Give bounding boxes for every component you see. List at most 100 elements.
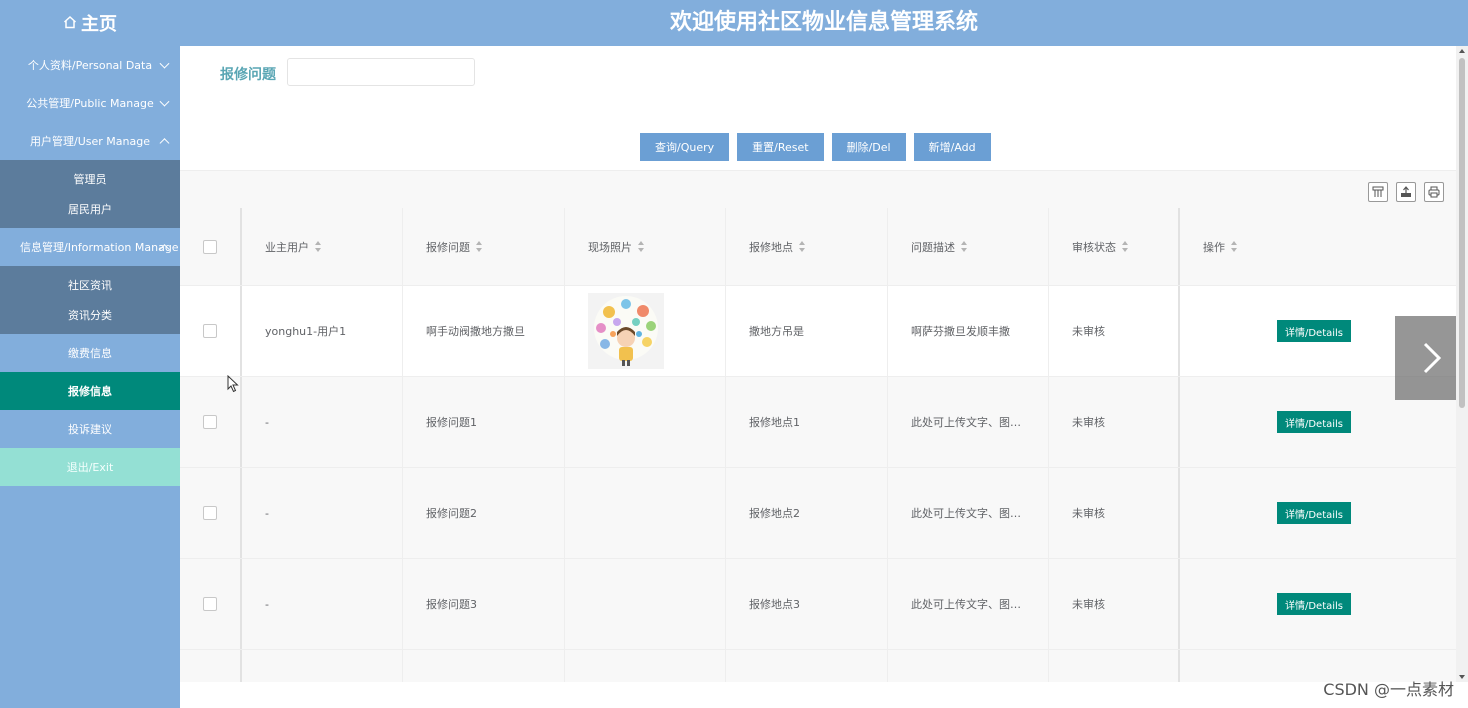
action-cell: 详情/Details — [1180, 559, 1456, 649]
table-row — [180, 650, 1456, 682]
details-button[interactable]: 详情/Details — [1276, 320, 1352, 342]
sidebar-item-admin[interactable]: 管理员 — [0, 164, 180, 194]
home-link[interactable]: 主页 — [0, 0, 180, 46]
owner-cell: - — [242, 377, 403, 467]
home-label: 主页 — [81, 14, 117, 35]
description-cell: 此处可上传文字、图片... — [888, 559, 1049, 649]
column-header[interactable]: 问题描述 — [888, 208, 1049, 285]
column-header[interactable]: 操作 — [1180, 208, 1456, 285]
menu-public-manage[interactable]: 公共管理/Public Manage — [0, 84, 180, 122]
description-cell: 啊萨芬撒旦发顺丰撒 — [888, 286, 1049, 376]
scroll-up-icon[interactable] — [1459, 49, 1465, 53]
problem-cell: 啊手动阀撒地方撒旦 — [403, 286, 565, 376]
row-checkbox[interactable] — [203, 506, 217, 520]
column-header-label: 问题描述 — [911, 240, 955, 254]
column-header-label: 业主用户 — [265, 240, 309, 254]
photo-cell — [565, 650, 726, 682]
status-cell: 未审核 — [1049, 377, 1180, 467]
column-header-label: 报修地点 — [749, 240, 793, 254]
location-cell: 撒地方吊是 — [726, 286, 888, 376]
column-header[interactable]: 报修问题 — [403, 208, 565, 285]
repair-table: 业主用户 报修问题 现场照片 报修地点 问题描述 审核状态 操作 yonghu1… — [180, 208, 1456, 682]
vertical-scrollbar[interactable] — [1456, 46, 1468, 682]
row-checkbox[interactable] — [203, 597, 217, 611]
table-header-row: 业主用户 报修问题 现场照片 报修地点 问题描述 审核状态 操作 — [180, 208, 1456, 286]
column-header[interactable]: 报修地点 — [726, 208, 888, 285]
status-cell: 未审核 — [1049, 559, 1180, 649]
column-header-label: 操作 — [1203, 240, 1225, 254]
owner-cell: - — [242, 468, 403, 558]
select-all-checkbox[interactable] — [203, 239, 217, 254]
status-cell: 未审核 — [1049, 286, 1180, 376]
search-label: 报修问题 — [220, 67, 276, 83]
details-button[interactable]: 详情/Details — [1276, 411, 1352, 433]
table-toolbar — [180, 170, 1456, 208]
sort-icon — [638, 241, 645, 252]
details-button[interactable]: 详情/Details — [1276, 593, 1352, 615]
column-header-label: 报修问题 — [426, 240, 470, 254]
menu-information-manage[interactable]: 信息管理/Information Manage — [0, 228, 180, 266]
menu-user-manage[interactable]: 用户管理/User Manage — [0, 122, 180, 160]
chevron-up-icon — [159, 138, 170, 149]
columns-icon[interactable] — [1368, 182, 1388, 202]
column-header[interactable]: 业主用户 — [242, 208, 403, 285]
description-text: 此处可上传文字、图片... — [911, 507, 1023, 520]
search-input[interactable] — [287, 58, 475, 86]
sort-icon — [799, 241, 806, 252]
table-row: - 报修问题2 报修地点2 此处可上传文字、图片... 未审核 详情/Detai… — [180, 468, 1456, 559]
column-header-label: 审核状态 — [1072, 240, 1116, 254]
column-header[interactable]: 现场照片 — [565, 208, 726, 285]
watermark: CSDN @一点素材 — [1323, 680, 1454, 699]
photo-cell — [565, 559, 726, 649]
main-content: 报修问题 查询/Query 重置/Reset 删除/Del 新增/Add 业主用… — [180, 46, 1456, 682]
owner-cell — [242, 650, 403, 682]
location-cell: 报修地点3 — [726, 559, 888, 649]
sidebar-item-repair[interactable]: 报修信息 — [0, 372, 180, 410]
chevron-down-icon — [159, 58, 170, 69]
sidebar-item-exit[interactable]: 退出/Exit — [0, 448, 180, 486]
problem-cell — [403, 650, 565, 682]
sidebar-item-complaint[interactable]: 投诉建议 — [0, 410, 180, 448]
top-header: 主页 欢迎使用社区物业信息管理系统 — [0, 0, 1468, 46]
chevron-right-icon — [1423, 342, 1441, 374]
location-cell — [726, 650, 888, 682]
sidebar-item-residents[interactable]: 居民用户 — [0, 194, 180, 224]
print-icon[interactable] — [1424, 182, 1444, 202]
add-button[interactable]: 新增/Add — [913, 133, 991, 161]
problem-cell: 报修问题2 — [403, 468, 565, 558]
sidebar-item-fee[interactable]: 缴费信息 — [0, 334, 180, 372]
menu-information-manage-label: 信息管理/Information Manage — [20, 241, 179, 254]
sort-icon — [1231, 241, 1238, 252]
delete-button[interactable]: 删除/Del — [831, 133, 906, 161]
sort-icon — [315, 241, 322, 252]
site-photo[interactable] — [588, 293, 664, 369]
info-submenu: 社区资讯 资讯分类 — [0, 266, 180, 334]
export-icon[interactable] — [1396, 182, 1416, 202]
mouse-cursor-icon — [227, 375, 239, 393]
photo-cell — [565, 377, 726, 467]
reset-button[interactable]: 重置/Reset — [737, 133, 824, 161]
problem-cell: 报修问题3 — [403, 559, 565, 649]
owner-cell: yonghu1-用户1 — [242, 286, 403, 376]
scroll-down-icon[interactable] — [1459, 675, 1465, 679]
row-select-cell — [180, 559, 242, 649]
system-title: 欢迎使用社区物业信息管理系统 — [669, 10, 978, 35]
details-button[interactable]: 详情/Details — [1276, 502, 1352, 524]
scroll-thumb[interactable] — [1459, 58, 1465, 408]
problem-cell: 报修问题1 — [403, 377, 565, 467]
column-header[interactable]: 审核状态 — [1049, 208, 1180, 285]
sidebar-item-news-category[interactable]: 资讯分类 — [0, 300, 180, 330]
row-select-cell — [180, 650, 242, 682]
row-checkbox[interactable] — [203, 415, 217, 429]
row-select-cell — [180, 468, 242, 558]
menu-personal-data[interactable]: 个人资料/Personal Data — [0, 46, 180, 84]
sort-icon — [1122, 241, 1129, 252]
query-button[interactable]: 查询/Query — [640, 133, 730, 161]
location-cell: 报修地点1 — [726, 377, 888, 467]
sidebar-item-community-news[interactable]: 社区资讯 — [0, 270, 180, 300]
photo-cell — [565, 286, 726, 376]
menu-user-manage-label: 用户管理/User Manage — [30, 135, 150, 148]
header-select-cell — [180, 208, 242, 285]
row-checkbox[interactable] — [203, 324, 217, 338]
chevron-down-icon — [159, 96, 170, 107]
